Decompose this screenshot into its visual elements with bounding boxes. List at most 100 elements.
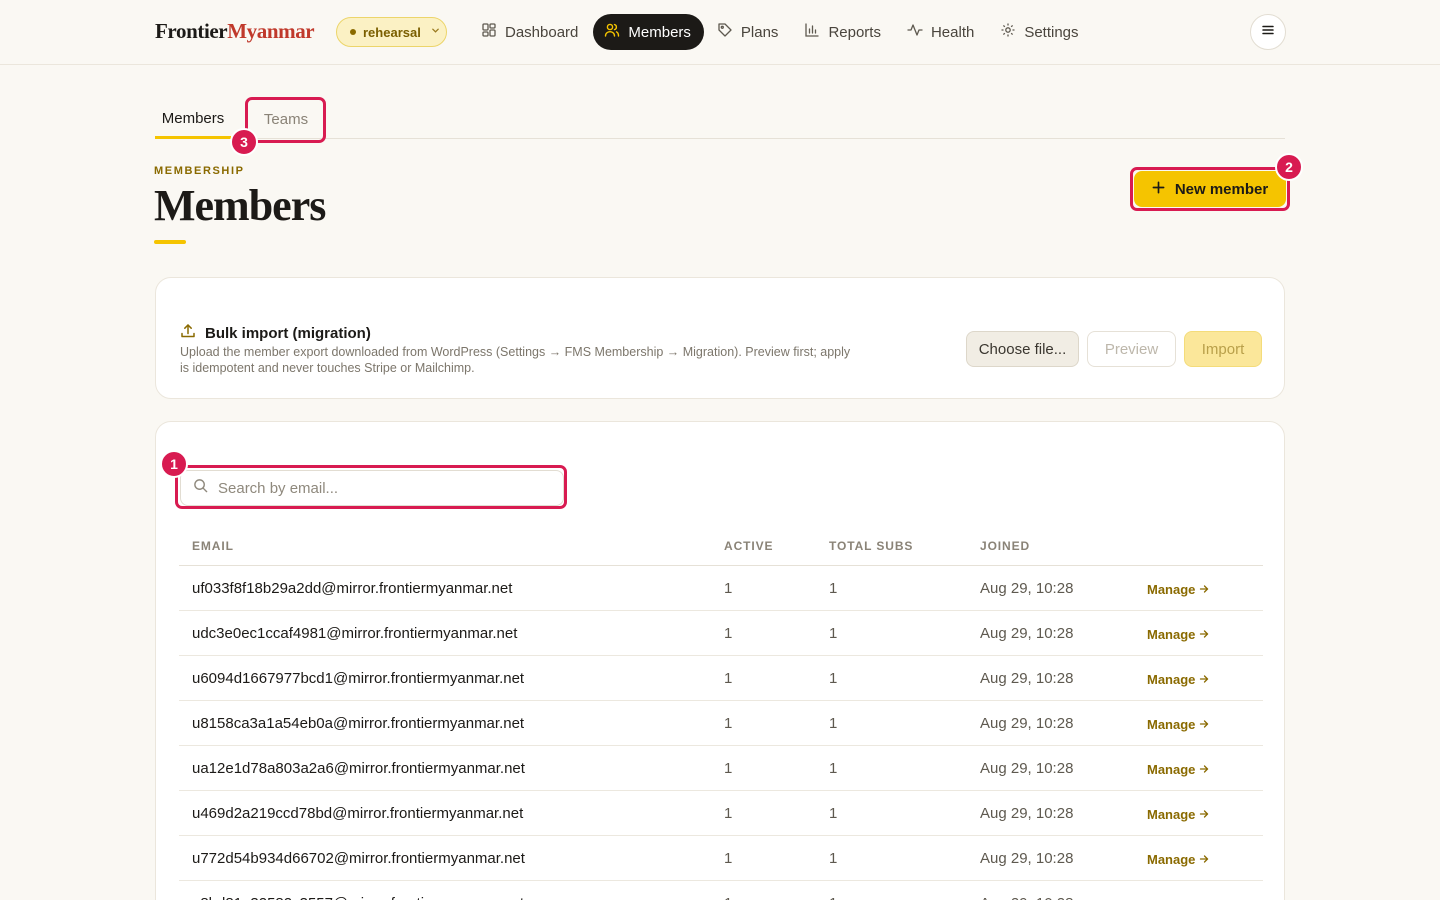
- highlight-search: [175, 465, 567, 509]
- table-row: u772d54b934d66702@mirror.frontiermyanmar…: [179, 836, 1263, 881]
- chevron-down-icon: [431, 26, 440, 38]
- manage-link[interactable]: Manage: [1147, 717, 1209, 732]
- table-row: u8bd81a32582c3557@mirror.frontiermyanmar…: [179, 881, 1263, 900]
- annotation-badge-1: 1: [160, 450, 188, 478]
- nav-label-reports: Reports: [828, 23, 881, 41]
- menu-button[interactable]: [1250, 14, 1286, 50]
- member-active-count: 1: [724, 760, 733, 777]
- nav-item-health[interactable]: Health: [896, 14, 987, 50]
- annotation-badge-3: 3: [230, 128, 258, 156]
- bar-chart-icon: [804, 22, 820, 42]
- member-joined-date: Aug 29, 10:28: [980, 760, 1074, 777]
- top-navigation-bar: FrontierMyanmar rehearsal Dashboard Memb…: [0, 0, 1440, 65]
- dashboard-grid-icon: [481, 22, 497, 42]
- environment-selector[interactable]: rehearsal: [336, 17, 447, 47]
- nav-item-reports[interactable]: Reports: [793, 14, 894, 50]
- environment-status-dot: [350, 29, 356, 35]
- member-total-subs: 1: [829, 850, 838, 867]
- table-row: udc3e0ec1ccaf4981@mirror.frontiermyanmar…: [179, 611, 1263, 656]
- nav-label-dashboard: Dashboard: [505, 23, 579, 41]
- manage-link[interactable]: Manage: [1147, 582, 1209, 597]
- nav-item-dashboard[interactable]: Dashboard: [470, 14, 591, 50]
- member-email[interactable]: u772d54b934d66702@mirror.frontiermyanmar…: [192, 850, 525, 867]
- nav-label-health: Health: [930, 23, 975, 41]
- member-email[interactable]: uf033f8f18b29a2dd@mirror.frontiermyanmar…: [192, 580, 512, 597]
- brand-name-part1: Frontier: [155, 19, 228, 43]
- manage-link[interactable]: Manage: [1147, 762, 1209, 777]
- main-nav: Dashboard Members Plans Reports Health S…: [470, 14, 1094, 50]
- nav-label-plans: Plans: [740, 23, 779, 41]
- nav-item-plans[interactable]: Plans: [706, 14, 792, 50]
- table-header: EMAIL ACTIVE TOTAL SUBS JOINED: [179, 528, 1263, 566]
- member-email[interactable]: u469d2a219ccd78bd@mirror.frontiermyanmar…: [192, 805, 523, 822]
- table-row: u6094d1667977bcd1@mirror.frontiermyanmar…: [179, 656, 1263, 701]
- manage-label: Manage: [1147, 717, 1196, 732]
- arrow-right-icon: [1199, 852, 1209, 867]
- manage-label: Manage: [1147, 807, 1196, 822]
- arrow-right-icon: [1199, 627, 1209, 642]
- column-header-email[interactable]: EMAIL: [192, 539, 234, 553]
- member-joined-date: Aug 29, 10:28: [980, 850, 1074, 867]
- member-active-count: 1: [724, 670, 733, 687]
- member-joined-date: Aug 29, 10:28: [980, 580, 1074, 597]
- member-email[interactable]: u6094d1667977bcd1@mirror.frontiermyanmar…: [192, 670, 524, 687]
- manage-link[interactable]: Manage: [1147, 852, 1209, 867]
- annotation-badge-2: 2: [1275, 153, 1303, 181]
- member-email[interactable]: u8bd81a32582c3557@mirror.frontiermyanmar…: [192, 895, 524, 900]
- table-row: u469d2a219ccd78bd@mirror.frontiermyanmar…: [179, 791, 1263, 836]
- nav-item-settings[interactable]: Settings: [989, 14, 1091, 50]
- member-total-subs: 1: [829, 895, 837, 900]
- member-total-subs: 1: [829, 670, 838, 687]
- manage-label: Manage: [1147, 672, 1196, 687]
- choose-file-button[interactable]: Choose file...: [966, 331, 1079, 367]
- table-row: ua12e1d78a803a2a6@mirror.frontiermyanmar…: [179, 746, 1263, 791]
- member-email[interactable]: ua12e1d78a803a2a6@mirror.frontiermyanmar…: [192, 760, 525, 777]
- page-title: Members: [154, 181, 326, 230]
- upload-icon: [180, 323, 196, 343]
- arrow-right-icon: [1199, 807, 1209, 822]
- member-total-subs: 1: [829, 580, 838, 597]
- arrow-right-icon: [1199, 717, 1209, 732]
- hamburger-menu-icon: [1261, 23, 1275, 42]
- title-underline: [154, 240, 186, 244]
- users-icon: [604, 22, 620, 42]
- brand-logo[interactable]: FrontierMyanmar: [155, 19, 315, 44]
- member-active-count: 1: [724, 715, 733, 732]
- member-email[interactable]: udc3e0ec1ccaf4981@mirror.frontiermyanmar…: [192, 625, 517, 642]
- import-button[interactable]: Import: [1184, 331, 1262, 367]
- member-email[interactable]: u8158ca3a1a54eb0a@mirror.frontiermyanmar…: [192, 715, 524, 732]
- nav-item-members[interactable]: Members: [593, 14, 704, 50]
- member-joined-date: Aug 29, 10:28: [980, 670, 1074, 687]
- member-total-subs: 1: [829, 715, 838, 732]
- nav-label-settings: Settings: [1024, 23, 1079, 41]
- column-header-active[interactable]: ACTIVE: [724, 539, 773, 553]
- member-active-count: 1: [724, 895, 732, 900]
- member-active-count: 1: [724, 580, 733, 597]
- column-header-joined[interactable]: JOINED: [980, 539, 1030, 553]
- gear-icon: [1000, 22, 1016, 42]
- members-table-body: uf033f8f18b29a2dd@mirror.frontiermyanmar…: [179, 566, 1263, 900]
- table-row: u8158ca3a1a54eb0a@mirror.frontiermyanmar…: [179, 701, 1263, 746]
- arrow-right-icon: [1199, 672, 1209, 687]
- member-joined-date: Aug 29, 10:28: [980, 895, 1073, 900]
- bulk-import-description: Upload the member export downloaded from…: [180, 345, 851, 375]
- table-row: uf033f8f18b29a2dd@mirror.frontiermyanmar…: [179, 566, 1263, 611]
- manage-label: Manage: [1147, 627, 1196, 642]
- manage-label: Manage: [1147, 762, 1196, 777]
- column-header-total-subs[interactable]: TOTAL SUBS: [829, 539, 913, 553]
- tag-icon: [717, 22, 733, 42]
- member-joined-date: Aug 29, 10:28: [980, 715, 1074, 732]
- member-active-count: 1: [724, 625, 733, 642]
- member-total-subs: 1: [829, 760, 838, 777]
- member-total-subs: 1: [829, 805, 838, 822]
- manage-link[interactable]: Manage: [1147, 672, 1209, 687]
- manage-link[interactable]: Manage: [1147, 807, 1209, 822]
- manage-label: Manage: [1147, 582, 1196, 597]
- bulk-import-title: Bulk import (migration): [205, 324, 371, 342]
- member-joined-date: Aug 29, 10:28: [980, 805, 1074, 822]
- member-joined-date: Aug 29, 10:28: [980, 625, 1074, 642]
- member-active-count: 1: [724, 850, 733, 867]
- tab-members[interactable]: Members: [155, 100, 231, 139]
- manage-link[interactable]: Manage: [1147, 627, 1209, 642]
- preview-button[interactable]: Preview: [1087, 331, 1176, 367]
